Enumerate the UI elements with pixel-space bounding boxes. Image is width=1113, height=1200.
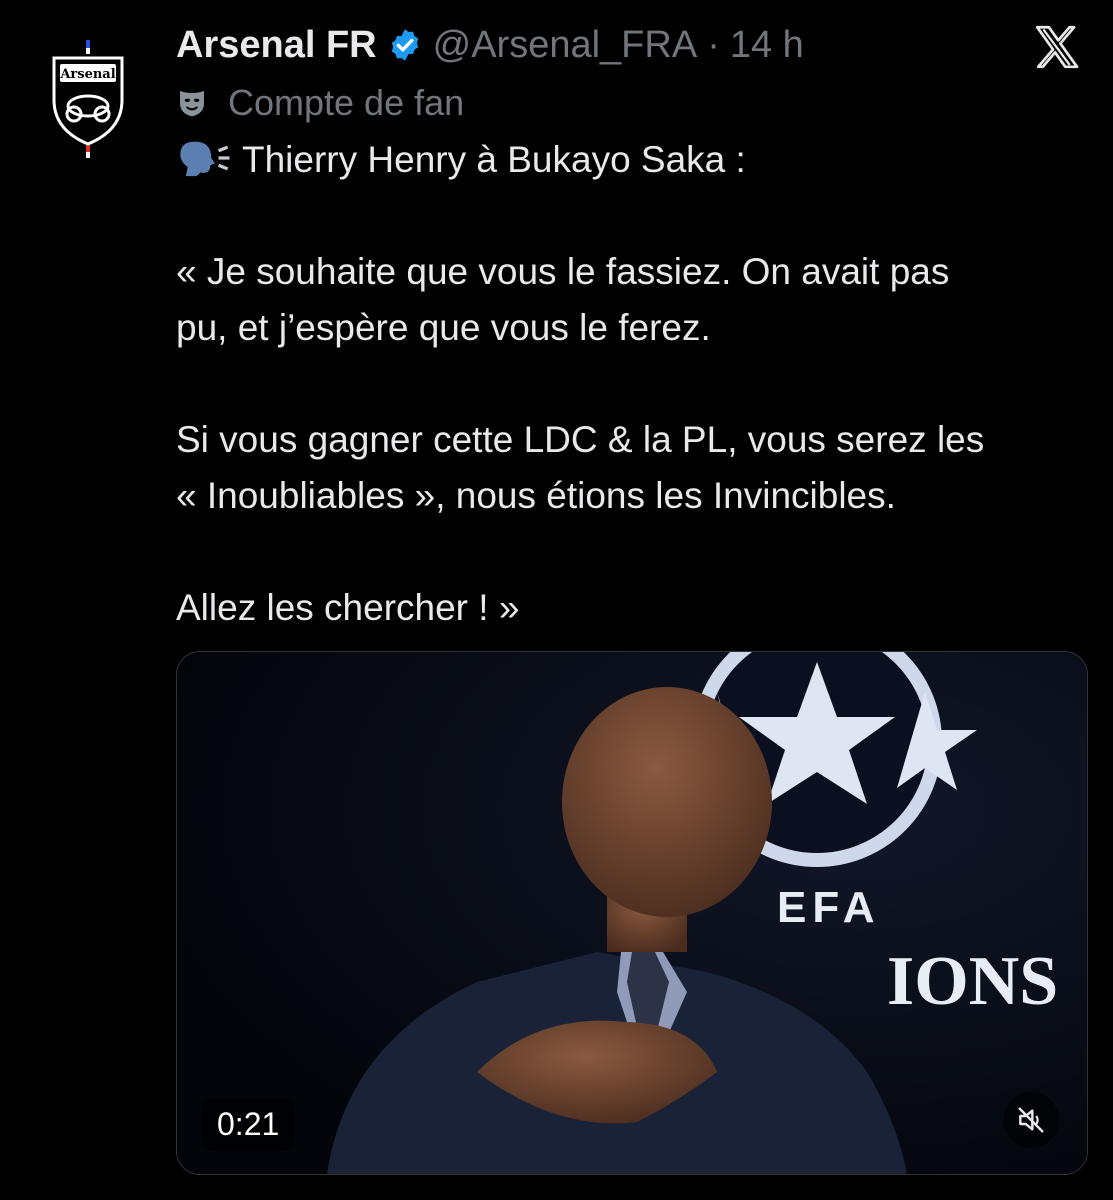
video-duration: 0:21: [201, 1098, 296, 1151]
theater-mask-icon: [180, 91, 204, 117]
timestamp[interactable]: 14 h: [730, 24, 804, 67]
tweet-line: Si vous gagner cette LDC & la PL, vous s…: [176, 419, 985, 460]
speaker-muted-icon: [1018, 1107, 1044, 1133]
tweet-line: « Inoubliables », nous étions les Invinc…: [176, 475, 896, 516]
mute-button[interactable]: [1003, 1092, 1059, 1148]
fan-account-row: Compte de fan: [176, 80, 464, 126]
video-frame: EFA IONS: [177, 652, 1087, 1174]
uefa-text: EFA: [777, 883, 881, 932]
display-name[interactable]: Arsenal FR: [176, 24, 377, 67]
separator-dot: ·: [707, 23, 720, 66]
avatar[interactable]: Arsenal: [44, 40, 132, 160]
tweet-line: « Je souhaite que vous le fassiez. On av…: [176, 251, 950, 292]
tweet-line: Allez les chercher ! »: [176, 587, 520, 628]
tweet-header: Arsenal FR @Arsenal_FRA · 14 h: [176, 20, 804, 70]
x-logo-icon[interactable]: [1030, 22, 1084, 72]
fan-account-label: Compte de fan: [228, 82, 465, 123]
champions-text: IONS: [887, 943, 1058, 1020]
avatar-label: Arsenal: [59, 67, 115, 82]
tweet-line: pu, et j’espère que vous le ferez.: [176, 307, 711, 348]
verified-badge-icon: [391, 29, 418, 61]
handle[interactable]: @Arsenal_FRA: [433, 24, 698, 67]
tweet-line: Thierry Henry à Bukayo Saka :: [176, 132, 1096, 188]
speaking-head-icon: [180, 141, 230, 177]
tweet-text: Thierry Henry à Bukayo Saka : « Je souha…: [176, 132, 1096, 636]
video-player[interactable]: EFA IONS 0:21: [176, 651, 1088, 1175]
